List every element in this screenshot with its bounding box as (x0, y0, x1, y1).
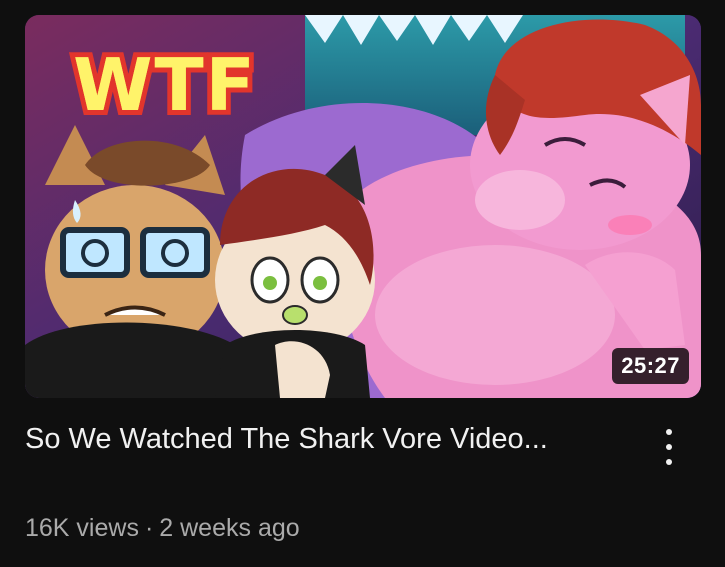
video-title[interactable]: So We Watched The Shark Vore Video... (25, 420, 585, 458)
video-card[interactable]: WTF WTF 25:27 So We Watched The Shark Vo… (0, 0, 725, 567)
thumbnail-art: WTF WTF (25, 15, 701, 398)
duration-badge: 25:27 (612, 348, 689, 384)
kebab-dot (666, 429, 672, 435)
kebab-dot (666, 459, 672, 465)
thumbnail-wtf-text: WTF WTF (68, 38, 260, 132)
upload-age: 2 weeks ago (159, 514, 300, 542)
more-vert-icon[interactable] (654, 425, 684, 469)
svg-text:WTF: WTF (73, 43, 257, 127)
kebab-dot (666, 444, 672, 450)
video-thumbnail[interactable]: WTF WTF 25:27 (25, 15, 701, 398)
video-metadata: 16K views · 2 weeks ago (25, 512, 300, 544)
meta-separator: · (144, 514, 154, 542)
view-count: 16K views (25, 514, 139, 542)
